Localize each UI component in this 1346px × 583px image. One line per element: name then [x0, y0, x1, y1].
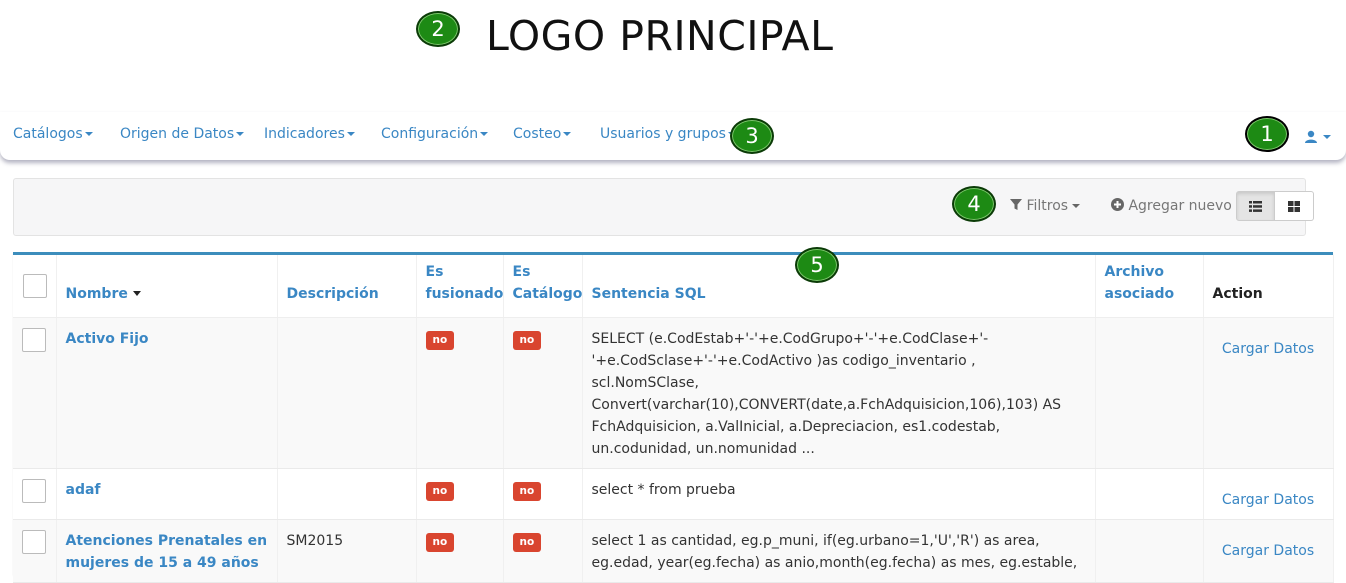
header-descripcion[interactable]: Descripción	[277, 255, 417, 318]
user-icon	[1305, 130, 1317, 143]
toolbar: 4 Filtros Agregar nuevo	[13, 178, 1314, 236]
header-es-fusionado[interactable]: Es fusionado	[416, 255, 504, 318]
plus-circle-icon	[1111, 198, 1124, 211]
header-nombre[interactable]: Nombre	[56, 255, 278, 318]
row-name-link[interactable]: adaf	[66, 482, 101, 498]
cell-archivo	[1095, 468, 1204, 520]
select-all-checkbox[interactable]	[23, 273, 47, 298]
table-row: Activo Fijo no no SELECT (e.CodEstab+'-'…	[13, 317, 1334, 469]
caret-down-icon	[84, 132, 93, 136]
cargar-datos-link[interactable]: Cargar Datos	[1213, 530, 1324, 562]
cell-action: Cargar Datos	[1203, 317, 1334, 469]
status-badge: no	[425, 532, 455, 552]
list-view-button[interactable]	[1236, 191, 1275, 221]
row-select-cell	[13, 317, 57, 469]
main-navbar: Catálogos Origen de Datos Indicadores Co…	[0, 112, 1346, 160]
sort-desc-icon	[132, 291, 141, 296]
status-badge: no	[425, 481, 455, 501]
row-checkbox[interactable]	[22, 478, 46, 503]
header-nombre-label: Nombre	[65, 285, 128, 302]
cell-es-catalogo: no	[503, 519, 583, 583]
table-header-row: Nombre Descripción Es fusionado Es Catál…	[13, 255, 1334, 318]
row-select-cell	[13, 519, 57, 583]
nav-usuarios-grupos[interactable]: Usuarios y grupos	[600, 126, 736, 142]
filter-icon	[1010, 199, 1022, 210]
nav-origen-datos-label: Origen de Datos	[120, 126, 235, 142]
nav-configuracion[interactable]: Configuración	[381, 126, 489, 142]
cell-sentencia-sql: select * from prueba	[582, 468, 1096, 520]
cell-es-catalogo: no	[503, 468, 583, 520]
caret-down-icon	[236, 132, 245, 136]
caret-down-icon	[346, 132, 355, 136]
cell-archivo	[1095, 317, 1204, 469]
table-row: adaf no no select * from prueba Cargar D…	[13, 468, 1334, 520]
caret-down-icon	[1072, 204, 1081, 208]
add-new-label: Agregar nuevo	[1128, 198, 1232, 214]
cell-sentencia-sql: SELECT (e.CodEstab+'-'+e.CodGrupo+'-'+e.…	[582, 317, 1096, 469]
cell-nombre: Atenciones Prenatales en mujeres de 15 a…	[56, 519, 278, 583]
annotation-badge-3: 3	[730, 118, 774, 154]
user-menu[interactable]	[1304, 126, 1331, 145]
annotation-badge-4: 4	[952, 186, 996, 222]
table-panel: 5 Nombre Descripción Es fusionado Es Cat…	[13, 247, 1334, 583]
logo-principal: LOGO PRINCIPAL	[486, 12, 834, 60]
status-badge: no	[512, 532, 542, 552]
nav-indicadores[interactable]: Indicadores	[264, 126, 355, 142]
cell-descripcion	[277, 317, 417, 469]
row-name-link[interactable]: Activo Fijo	[66, 331, 149, 347]
header-es-catalogo[interactable]: Es Catálogo	[503, 255, 583, 318]
filters-dropdown[interactable]: Filtros	[1010, 198, 1081, 214]
nav-indicadores-label: Indicadores	[264, 126, 345, 142]
caret-down-icon	[1323, 134, 1331, 139]
nav-origen-datos[interactable]: Origen de Datos	[120, 126, 245, 142]
status-badge: no	[425, 330, 455, 350]
nav-costeo-label: Costeo	[513, 126, 562, 142]
header-archivo-asociado[interactable]: Archivo asociado	[1095, 255, 1204, 318]
nav-catalogos[interactable]: Catálogos	[13, 126, 93, 142]
cell-es-fusionado: no	[416, 468, 504, 520]
cell-action: Cargar Datos	[1203, 468, 1334, 520]
cell-sentencia-sql: select 1 as cantidad, eg.p_muni, if(eg.u…	[582, 519, 1096, 583]
filters-label: Filtros	[1026, 198, 1069, 214]
select-all-cell	[13, 255, 57, 318]
cell-es-fusionado: no	[416, 519, 504, 583]
nav-configuracion-label: Configuración	[381, 126, 479, 142]
status-badge: no	[512, 481, 542, 501]
list-icon	[1249, 200, 1262, 212]
nav-usuarios-grupos-label: Usuarios y grupos	[600, 126, 726, 142]
cargar-datos-link[interactable]: Cargar Datos	[1213, 479, 1324, 511]
caret-down-icon	[563, 132, 572, 136]
cell-es-fusionado: no	[416, 317, 504, 469]
row-name-link[interactable]: Atenciones Prenatales en mujeres de 15 a…	[66, 533, 268, 571]
data-table: Nombre Descripción Es fusionado Es Catál…	[13, 255, 1334, 583]
table-row: Atenciones Prenatales en mujeres de 15 a…	[13, 519, 1334, 583]
status-badge: no	[512, 330, 542, 350]
annotation-badge-2: 2	[416, 11, 460, 47]
caret-down-icon	[480, 132, 489, 136]
header-action: Action	[1203, 255, 1334, 318]
row-select-cell	[13, 468, 57, 520]
nav-catalogos-label: Catálogos	[13, 126, 83, 142]
cell-descripcion	[277, 468, 417, 520]
grid-icon	[1288, 200, 1300, 212]
add-new-button[interactable]: Agregar nuevo	[1111, 198, 1232, 214]
annotation-badge-1: 1	[1245, 116, 1289, 152]
nav-costeo[interactable]: Costeo	[513, 126, 572, 142]
cell-action: Cargar Datos	[1203, 519, 1334, 583]
cell-nombre: Activo Fijo	[56, 317, 278, 469]
grid-view-button[interactable]	[1275, 191, 1314, 221]
cargar-datos-link[interactable]: Cargar Datos	[1213, 328, 1324, 360]
row-checkbox[interactable]	[22, 529, 46, 554]
row-checkbox[interactable]	[22, 327, 46, 352]
cell-archivo	[1095, 519, 1204, 583]
annotation-badge-5: 5	[795, 247, 839, 283]
cell-nombre: adaf	[56, 468, 278, 520]
cell-descripcion: SM2015	[277, 519, 417, 583]
cell-es-catalogo: no	[503, 317, 583, 469]
